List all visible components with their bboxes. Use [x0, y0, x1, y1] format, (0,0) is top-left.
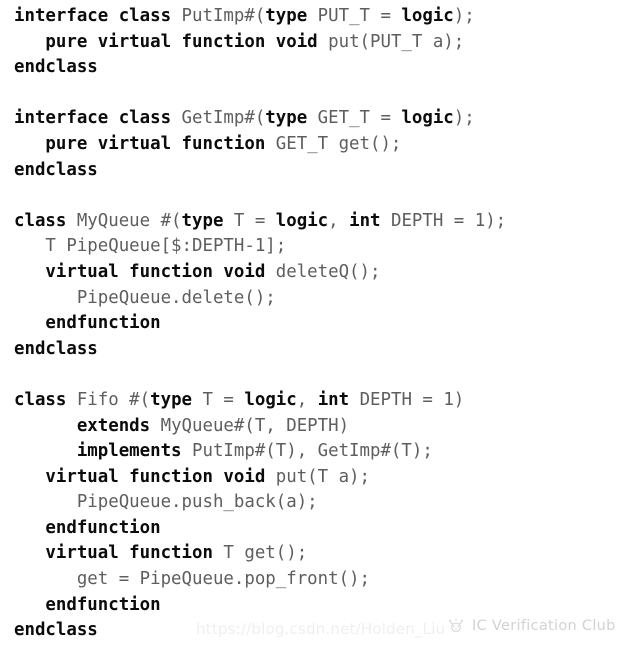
code-line: endfunction [14, 516, 630, 542]
club-logo-icon [446, 616, 466, 636]
code-keyword: type [150, 389, 193, 410]
code-identifier: GET_T = [307, 108, 402, 129]
code-identifier: PutImp#( [181, 6, 266, 26]
code-identifier: PipeQueue.delete(); [76, 287, 276, 308]
code-keyword: virtual function [45, 543, 224, 564]
code-keyword: int [317, 389, 350, 410]
code-identifier: GET_T get(); [275, 133, 402, 154]
code-identifier: PutImp#(T), GetImp#(T); [192, 441, 433, 462]
code-identifier: DEPTH = 1); [380, 210, 507, 231]
code-identifier: deleteQ(); [275, 261, 381, 282]
code-block: interface class PutImp#(type PUT_T = log… [14, 4, 630, 644]
code-identifier: DEPTH = 1) [349, 389, 465, 410]
code-keyword: logic [401, 6, 454, 26]
code-identifier: T PipeQueue[$:DEPTH-1]; [45, 236, 287, 257]
code-keyword: class [14, 210, 77, 231]
code-identifier: T get(); [223, 543, 308, 564]
code-keyword: interface class [14, 108, 182, 129]
code-line: virtual function T get(); [14, 541, 630, 567]
code-keyword: type [181, 210, 224, 231]
code-identifier: T = [223, 210, 276, 231]
code-keyword: type [265, 108, 308, 129]
code-identifier: ); [453, 6, 475, 26]
code-keyword: virtual function void [45, 466, 276, 487]
code-keyword: logic [244, 389, 297, 410]
code-line: endclass [14, 55, 630, 81]
code-keyword: pure virtual function void [45, 31, 329, 52]
code-line: endfunction [14, 593, 630, 619]
code-identifier: put(T a); [275, 466, 370, 487]
code-line: class MyQueue #(type T = logic, int DEPT… [14, 209, 630, 235]
code-keyword: endfunction [45, 313, 161, 334]
code-keyword: endclass [14, 338, 98, 359]
code-line: class Fifo #(type T = logic, int DEPTH =… [14, 388, 630, 414]
code-line: extends MyQueue#(T, DEPTH) [14, 414, 630, 440]
url-watermark: https://blog.csdn.net/Holden_Liu [196, 620, 446, 638]
code-keyword: class [14, 389, 77, 410]
code-identifier: PipeQueue.push_back(a); [76, 492, 318, 513]
code-identifier: put(PUT_T a); [328, 31, 465, 52]
code-identifier: Fifo #( [76, 389, 151, 410]
code-line: pure virtual function GET_T get(); [14, 132, 630, 158]
code-keyword: endclass [14, 57, 98, 78]
code-line: T PipeQueue[$:DEPTH-1]; [14, 234, 630, 260]
code-keyword: pure virtual function [45, 133, 276, 154]
code-identifier: T = [192, 389, 245, 410]
code-keyword: endclass [14, 159, 98, 180]
code-identifier: ); [453, 108, 475, 129]
code-identifier: , [296, 389, 318, 410]
code-keyword: interface class [14, 6, 182, 26]
code-line: pure virtual function void put(PUT_T a); [14, 30, 630, 56]
code-keyword: logic [401, 108, 454, 129]
code-keyword: logic [275, 210, 329, 231]
code-keyword: extends [76, 415, 161, 436]
code-keyword: implements [76, 441, 192, 462]
brand-watermark-label: IC Verification Club [472, 618, 616, 634]
code-keyword: type [265, 6, 308, 26]
code-keyword: endclass [14, 620, 98, 641]
code-identifier: get = PipeQueue.pop_front(); [76, 569, 370, 590]
code-line: endfunction [14, 311, 630, 337]
code-identifier: GetImp#( [181, 108, 266, 129]
brand-watermark: IC Verification Club [446, 616, 616, 636]
code-keyword: endfunction [45, 594, 161, 615]
code-line: interface class GetImp#(type GET_T = log… [14, 106, 630, 132]
code-line: endclass [14, 337, 630, 363]
code-line: PipeQueue.delete(); [14, 286, 630, 312]
code-keyword: endfunction [45, 517, 161, 538]
code-keyword: virtual function void [45, 261, 276, 282]
code-identifier: MyQueue#(T, DEPTH) [160, 415, 350, 436]
code-line: get = PipeQueue.pop_front(); [14, 567, 630, 593]
code-line: interface class PutImp#(type PUT_T = log… [14, 4, 630, 30]
code-keyword: int [349, 210, 381, 231]
code-line: virtual function void put(T a); [14, 465, 630, 491]
code-identifier: MyQueue #( [76, 210, 182, 231]
code-line: endclass [14, 158, 630, 184]
code-identifier: , [328, 210, 350, 231]
code-line: virtual function void deleteQ(); [14, 260, 630, 286]
code-line: PipeQueue.push_back(a); [14, 490, 630, 516]
code-snippet-page: interface class PutImp#(type PUT_T = log… [0, 0, 630, 654]
code-line: implements PutImp#(T), GetImp#(T); [14, 439, 630, 465]
code-identifier: PUT_T = [307, 6, 402, 26]
